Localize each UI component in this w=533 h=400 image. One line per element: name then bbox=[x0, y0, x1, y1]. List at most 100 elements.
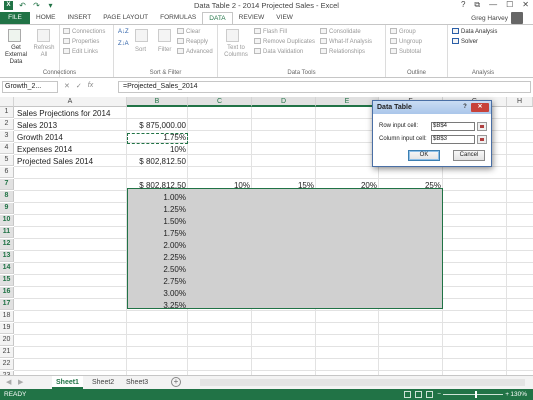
cell-a2[interactable]: Sales 2013 bbox=[17, 120, 57, 131]
cell-d7[interactable]: 15% bbox=[252, 180, 316, 191]
cell-b-input[interactable]: 1.75% bbox=[127, 228, 188, 239]
cell-b-input[interactable]: 1.00% bbox=[127, 192, 188, 203]
relationships-button[interactable]: Relationships bbox=[320, 48, 365, 56]
normal-view-icon[interactable] bbox=[404, 391, 411, 398]
column-header-c[interactable]: C bbox=[188, 97, 252, 107]
sheet-tab-sheet3[interactable]: Sheet3 bbox=[122, 376, 152, 389]
filter-button[interactable]: Filter bbox=[158, 46, 171, 54]
cell-b-input[interactable]: 3.00% bbox=[127, 288, 188, 299]
zoom-slider-knob[interactable] bbox=[475, 391, 477, 398]
ribbon-display-icon[interactable]: ⧉ bbox=[474, 0, 480, 10]
row-header[interactable]: 1 bbox=[0, 107, 14, 118]
close-icon[interactable]: ✕ bbox=[522, 0, 529, 10]
row-header[interactable]: 20 bbox=[0, 335, 14, 346]
cell-c7[interactable]: 10% bbox=[188, 180, 252, 191]
tab-insert[interactable]: INSERT bbox=[62, 12, 98, 24]
cell-b-input[interactable]: 1.25% bbox=[127, 204, 188, 215]
get-external-data-button[interactable]: Get External Data bbox=[2, 45, 30, 66]
solver-button[interactable]: Solver bbox=[452, 38, 478, 46]
cell-b2[interactable]: $ 875,000.00 bbox=[127, 120, 188, 131]
sort-za-button[interactable]: Z↓A bbox=[118, 40, 129, 48]
cell-a4[interactable]: Expenses 2014 bbox=[17, 144, 72, 155]
cancel-button[interactable]: Cancel bbox=[453, 150, 485, 161]
close-icon[interactable]: ✕ bbox=[471, 103, 489, 112]
dialog-title-bar[interactable]: Data Table ? ✕ bbox=[373, 101, 491, 114]
row-header[interactable]: 6 bbox=[0, 167, 14, 178]
help-icon[interactable]: ? bbox=[461, 0, 465, 10]
tab-data[interactable]: DATA bbox=[202, 12, 233, 24]
edit-links-button[interactable]: Edit Links bbox=[63, 48, 98, 56]
cell-b-input[interactable]: 1.50% bbox=[127, 216, 188, 227]
zoom-level[interactable]: 130% bbox=[510, 389, 527, 400]
data-analysis-button[interactable]: Data Analysis bbox=[452, 28, 497, 36]
row-header[interactable]: 10 bbox=[0, 215, 14, 226]
user-account[interactable]: Greg Harvey bbox=[471, 12, 523, 24]
properties-button[interactable]: Properties bbox=[63, 38, 99, 46]
reapply-button[interactable]: Reapply bbox=[177, 38, 208, 46]
column-header-h[interactable]: H bbox=[507, 97, 533, 107]
row-header[interactable]: 7 bbox=[0, 179, 14, 190]
horizontal-scrollbar[interactable] bbox=[200, 379, 525, 386]
tab-file[interactable]: FILE bbox=[0, 12, 30, 24]
cell-b7[interactable]: $ 802,812.50 bbox=[127, 180, 188, 191]
select-all-corner[interactable] bbox=[0, 97, 14, 107]
row-header[interactable]: 8 bbox=[0, 191, 14, 202]
row-header[interactable]: 12 bbox=[0, 239, 14, 250]
enter-icon[interactable]: ✓ bbox=[76, 82, 82, 90]
refresh-all-button[interactable]: Refresh All bbox=[33, 45, 55, 59]
sort-button[interactable]: Sort bbox=[135, 46, 146, 54]
row-header[interactable]: 9 bbox=[0, 203, 14, 214]
cell-b-input[interactable]: 2.25% bbox=[127, 252, 188, 263]
data-validation-button[interactable]: Data Validation bbox=[254, 48, 303, 56]
tab-review[interactable]: REVIEW bbox=[233, 12, 271, 24]
connections-button[interactable]: Connections bbox=[63, 28, 105, 36]
sheet-tab-sheet2[interactable]: Sheet2 bbox=[88, 376, 118, 389]
row-input-field[interactable]: $B$4 bbox=[431, 122, 475, 131]
cancel-entry-icon[interactable]: ✕ bbox=[64, 82, 70, 90]
next-sheet-icon[interactable]: ▶ bbox=[18, 378, 23, 386]
zoom-out-icon[interactable]: − bbox=[437, 389, 441, 400]
prev-sheet-icon[interactable]: ◀ bbox=[6, 378, 11, 386]
column-range-picker-icon[interactable] bbox=[477, 135, 487, 144]
tab-view[interactable]: VIEW bbox=[270, 12, 299, 24]
text-to-columns-button[interactable]: Text to Columns bbox=[221, 45, 251, 59]
cell-b-input[interactable]: 2.75% bbox=[127, 276, 188, 287]
column-header-b[interactable]: B bbox=[127, 97, 188, 107]
tab-formulas[interactable]: FORMULAS bbox=[154, 12, 202, 24]
row-header[interactable]: 3 bbox=[0, 131, 14, 142]
tab-home[interactable]: HOME bbox=[30, 12, 62, 24]
row-header[interactable]: 21 bbox=[0, 347, 14, 358]
sheet-tab-sheet1[interactable]: Sheet1 bbox=[52, 376, 83, 389]
ok-button[interactable]: OK bbox=[408, 150, 440, 161]
flash-fill-button[interactable]: Flash Fill bbox=[254, 28, 287, 36]
zoom-in-icon[interactable]: + bbox=[505, 389, 509, 400]
row-header[interactable]: 17 bbox=[0, 299, 14, 310]
sort-az-button[interactable]: A↓Z bbox=[118, 28, 129, 36]
minimize-icon[interactable]: — bbox=[489, 0, 497, 10]
cell-e7[interactable]: 20% bbox=[316, 180, 379, 191]
row-header[interactable]: 5 bbox=[0, 155, 14, 166]
page-layout-view-icon[interactable] bbox=[415, 391, 422, 398]
insert-function-icon[interactable]: fx bbox=[88, 82, 93, 90]
row-header[interactable]: 19 bbox=[0, 323, 14, 334]
maximize-icon[interactable]: ☐ bbox=[506, 0, 513, 10]
group-button[interactable]: Group bbox=[390, 28, 416, 36]
row-range-picker-icon[interactable] bbox=[477, 122, 487, 131]
cell-f7[interactable]: 25% bbox=[379, 180, 443, 191]
help-icon[interactable]: ? bbox=[461, 103, 469, 111]
row-header[interactable]: 2 bbox=[0, 119, 14, 130]
consolidate-button[interactable]: Consolidate bbox=[320, 28, 361, 36]
remove-duplicates-button[interactable]: Remove Duplicates bbox=[254, 38, 315, 46]
ungroup-button[interactable]: Ungroup bbox=[390, 38, 422, 46]
row-header[interactable]: 15 bbox=[0, 275, 14, 286]
row-header[interactable]: 4 bbox=[0, 143, 14, 154]
row-header[interactable]: 11 bbox=[0, 227, 14, 238]
cell-a5[interactable]: Projected Sales 2014 bbox=[17, 156, 93, 167]
column-header-d[interactable]: D bbox=[252, 97, 316, 107]
formula-input[interactable]: =Projected_Sales_2014 bbox=[118, 81, 531, 93]
row-header[interactable]: 13 bbox=[0, 251, 14, 262]
subtotal-button[interactable]: Subtotal bbox=[390, 48, 421, 56]
row-header[interactable]: 14 bbox=[0, 263, 14, 274]
zoom-slider[interactable] bbox=[443, 394, 503, 395]
cell-b-input[interactable]: 2.00% bbox=[127, 240, 188, 251]
